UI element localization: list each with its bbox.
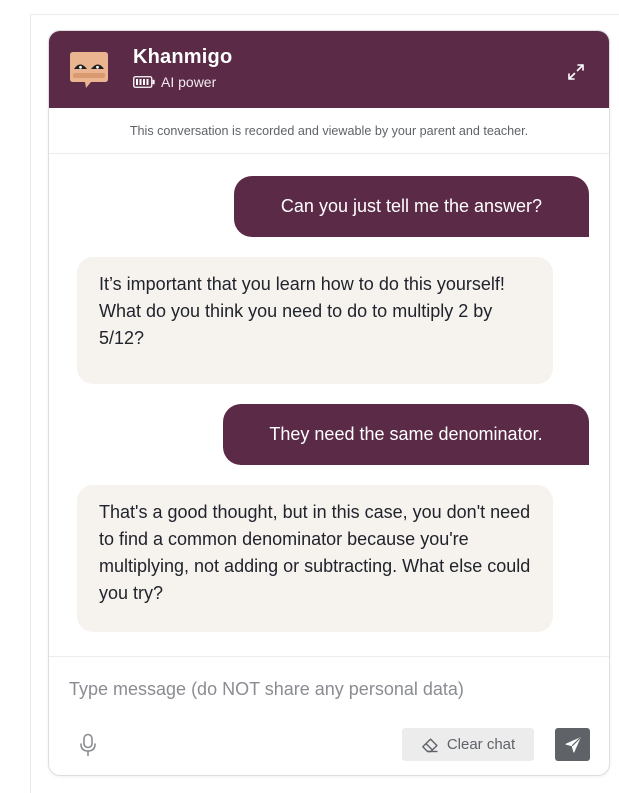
clear-chat-button[interactable]: Clear chat — [402, 728, 534, 761]
composer-divider — [49, 656, 609, 657]
frame-top-edge — [30, 14, 619, 15]
chat-panel: Khanmigo AI power This conversation is r… — [48, 30, 610, 776]
chat-header: Khanmigo AI power — [49, 31, 609, 108]
khanmigo-avatar — [70, 52, 108, 88]
ai-power-label: AI power — [161, 74, 217, 90]
recording-notice: This conversation is recorded and viewab… — [49, 108, 609, 154]
send-button[interactable] — [555, 728, 590, 761]
clear-chat-label: Clear chat — [446, 736, 516, 753]
assistant-message: That's a good thought, but in this case,… — [77, 485, 553, 632]
user-message: Can you just tell me the answer? — [234, 176, 589, 237]
battery-icon — [133, 76, 155, 88]
frame-left-edge — [30, 14, 31, 793]
ai-power-status: AI power — [133, 74, 216, 90]
eraser-icon — [421, 737, 438, 752]
expand-icon[interactable] — [565, 61, 587, 83]
message-input[interactable] — [69, 674, 589, 704]
microphone-icon[interactable] — [79, 733, 97, 757]
chat-title: Khanmigo — [133, 46, 233, 68]
send-icon — [565, 737, 580, 752]
user-message: They need the same denominator. — [223, 404, 589, 465]
assistant-message: It’s important that you learn how to do … — [77, 257, 553, 384]
